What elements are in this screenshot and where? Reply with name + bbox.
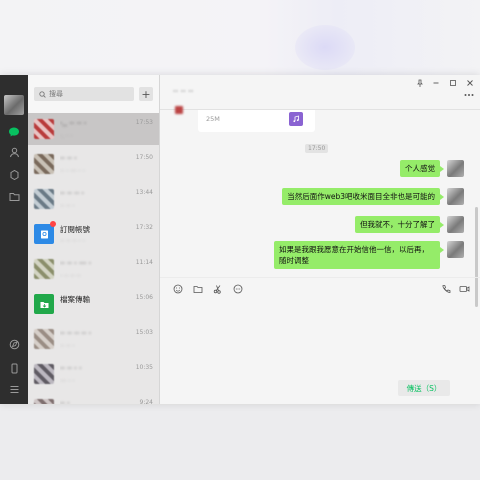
subscription-icon: [34, 224, 54, 244]
search-box[interactable]: [34, 87, 134, 101]
send-button[interactable]: 傳送（S）: [398, 380, 450, 396]
conversation-preview: ·· ·· ·: [60, 201, 75, 210]
conversation-preview: ·. · ·: [60, 131, 73, 140]
conversation-item[interactable]: ·· ·· · ·· · ··· · · 17:50: [28, 148, 159, 180]
voice-call-icon[interactable]: [440, 283, 451, 294]
minimize-icon[interactable]: [432, 79, 440, 89]
sidebar: [0, 75, 28, 404]
conversation-time: 9:24: [139, 399, 153, 404]
conversation-preview: · ·· ·· ··: [60, 271, 81, 280]
conversation-items: ·.. ·· ·· · ·. · · 17:53 ·· ·· · ·· · ··· · …: [28, 113, 159, 404]
emoji-icon[interactable]: [172, 283, 183, 294]
time-separator: 17:50: [305, 144, 329, 153]
conversation-preview: ·· ·· ·· · ·: [60, 236, 85, 245]
search-input[interactable]: [49, 90, 119, 98]
conversation-item[interactable]: ·· ·· ·· · ·· ·· · 13:44: [28, 183, 159, 215]
contacts-icon[interactable]: [7, 145, 21, 159]
conversation-item[interactable]: 訂閱帳號 ·· ·· ·· · · 17:32: [28, 218, 159, 250]
desktop-decoration: [295, 25, 355, 70]
menu-icon[interactable]: [7, 382, 21, 396]
contact-avatar: [34, 399, 54, 404]
wechat-window: + ·.. ·· ·· ··. · ·17:53·· ·· ··· · ··· …: [0, 75, 480, 404]
my-avatar: [447, 216, 464, 233]
message-bubble[interactable]: 当然后面作web3吧收米面目全非也是可能的: [282, 188, 444, 205]
conversation-preview: ·· ·· ·: [60, 341, 75, 350]
moments-icon[interactable]: [7, 337, 21, 351]
chat-panel: ·· ·· ·· 25M 17:50 个人感觉 当然后面作web3吧收米面目全非…: [160, 75, 480, 404]
contact-avatar: [34, 154, 54, 174]
pin-icon[interactable]: [416, 79, 424, 89]
video-call-icon[interactable]: [459, 283, 470, 294]
close-icon[interactable]: [466, 79, 474, 89]
conversation-time: 17:32: [135, 224, 153, 231]
conversation-time: 15:06: [135, 294, 153, 301]
more-icon[interactable]: [464, 90, 474, 100]
conversation-time: 13:44: [135, 189, 153, 196]
music-file-icon: [289, 112, 303, 126]
contact-avatar: [34, 189, 54, 209]
contact-avatar: [34, 119, 54, 139]
conversation-item[interactable]: 檔案傳輸 15:06: [28, 288, 159, 320]
chat-header: ·· ·· ··: [160, 75, 480, 110]
unread-badge: [50, 221, 56, 227]
search-icon: [39, 90, 46, 98]
conversation-time: 15:03: [135, 329, 153, 336]
conversation-time: 17:53: [135, 119, 153, 126]
contact-avatar: [34, 364, 54, 384]
conversation-time: 10:35: [135, 364, 153, 371]
message-bubble[interactable]: 但我就不，十分了解了: [355, 216, 444, 233]
file-size: 25M: [206, 115, 220, 123]
conversation-item[interactable]: ·.. ·· ·· · ·. · · 17:53: [28, 113, 159, 145]
desktop-background-bottom: [0, 404, 480, 480]
folder-icon[interactable]: [192, 283, 203, 294]
conversation-preview: ·· · ··· · ·: [60, 166, 85, 175]
search-bar: +: [28, 75, 159, 113]
scissors-icon[interactable]: [212, 283, 223, 294]
desktop-background: [0, 0, 480, 75]
my-avatar: [447, 241, 464, 258]
conversation-preview: [60, 307, 159, 315]
chat-history-icon[interactable]: [232, 283, 243, 294]
favorites-icon[interactable]: [7, 167, 21, 181]
file-message[interactable]: 25M: [198, 110, 315, 132]
my-avatar: [447, 188, 464, 205]
input-toolbar: [160, 277, 480, 299]
conversation-item[interactable]: ·· ·· · · ··· · · 10:35: [28, 358, 159, 390]
message-bubble[interactable]: 如果是我跟我愿意在开始信他一信，以后再，随时调整: [274, 241, 444, 269]
folder-icon[interactable]: [7, 189, 21, 203]
my-avatar: [447, 160, 464, 177]
user-avatar[interactable]: [4, 95, 24, 115]
contact-avatar: [34, 329, 54, 349]
chat-icon[interactable]: [7, 125, 21, 139]
conversation-time: 17:50: [135, 154, 153, 161]
conversation-time: 11:14: [135, 259, 153, 266]
sender-avatar: [175, 106, 183, 114]
maximize-icon[interactable]: [449, 79, 457, 89]
conversation-item[interactable]: ·· ·· · ··· · · ·· ·· ·· 11:14: [28, 253, 159, 285]
message-area: 25M 17:50 个人感觉 当然后面作web3吧收米面目全非也是可能的 但我就…: [160, 106, 480, 307]
conversation-preview: ··· · ·: [60, 376, 75, 385]
phone-icon[interactable]: [7, 361, 21, 375]
contact-avatar: [34, 259, 54, 279]
chat-title: ·· ·· ··: [173, 87, 194, 96]
conversation-item[interactable]: ·· ·· ·· ·· · ·· ·· · 15:03: [28, 323, 159, 355]
file-transfer-icon: [34, 294, 54, 314]
message-bubble[interactable]: 个人感觉: [400, 160, 444, 177]
add-button[interactable]: +: [139, 87, 153, 101]
conversation-list: + ·.. ·· ·· ··. · ·17:53·· ·· ··· · ··· …: [28, 75, 160, 404]
conversation-item[interactable]: ·· ··· ·9:24: [28, 393, 159, 404]
